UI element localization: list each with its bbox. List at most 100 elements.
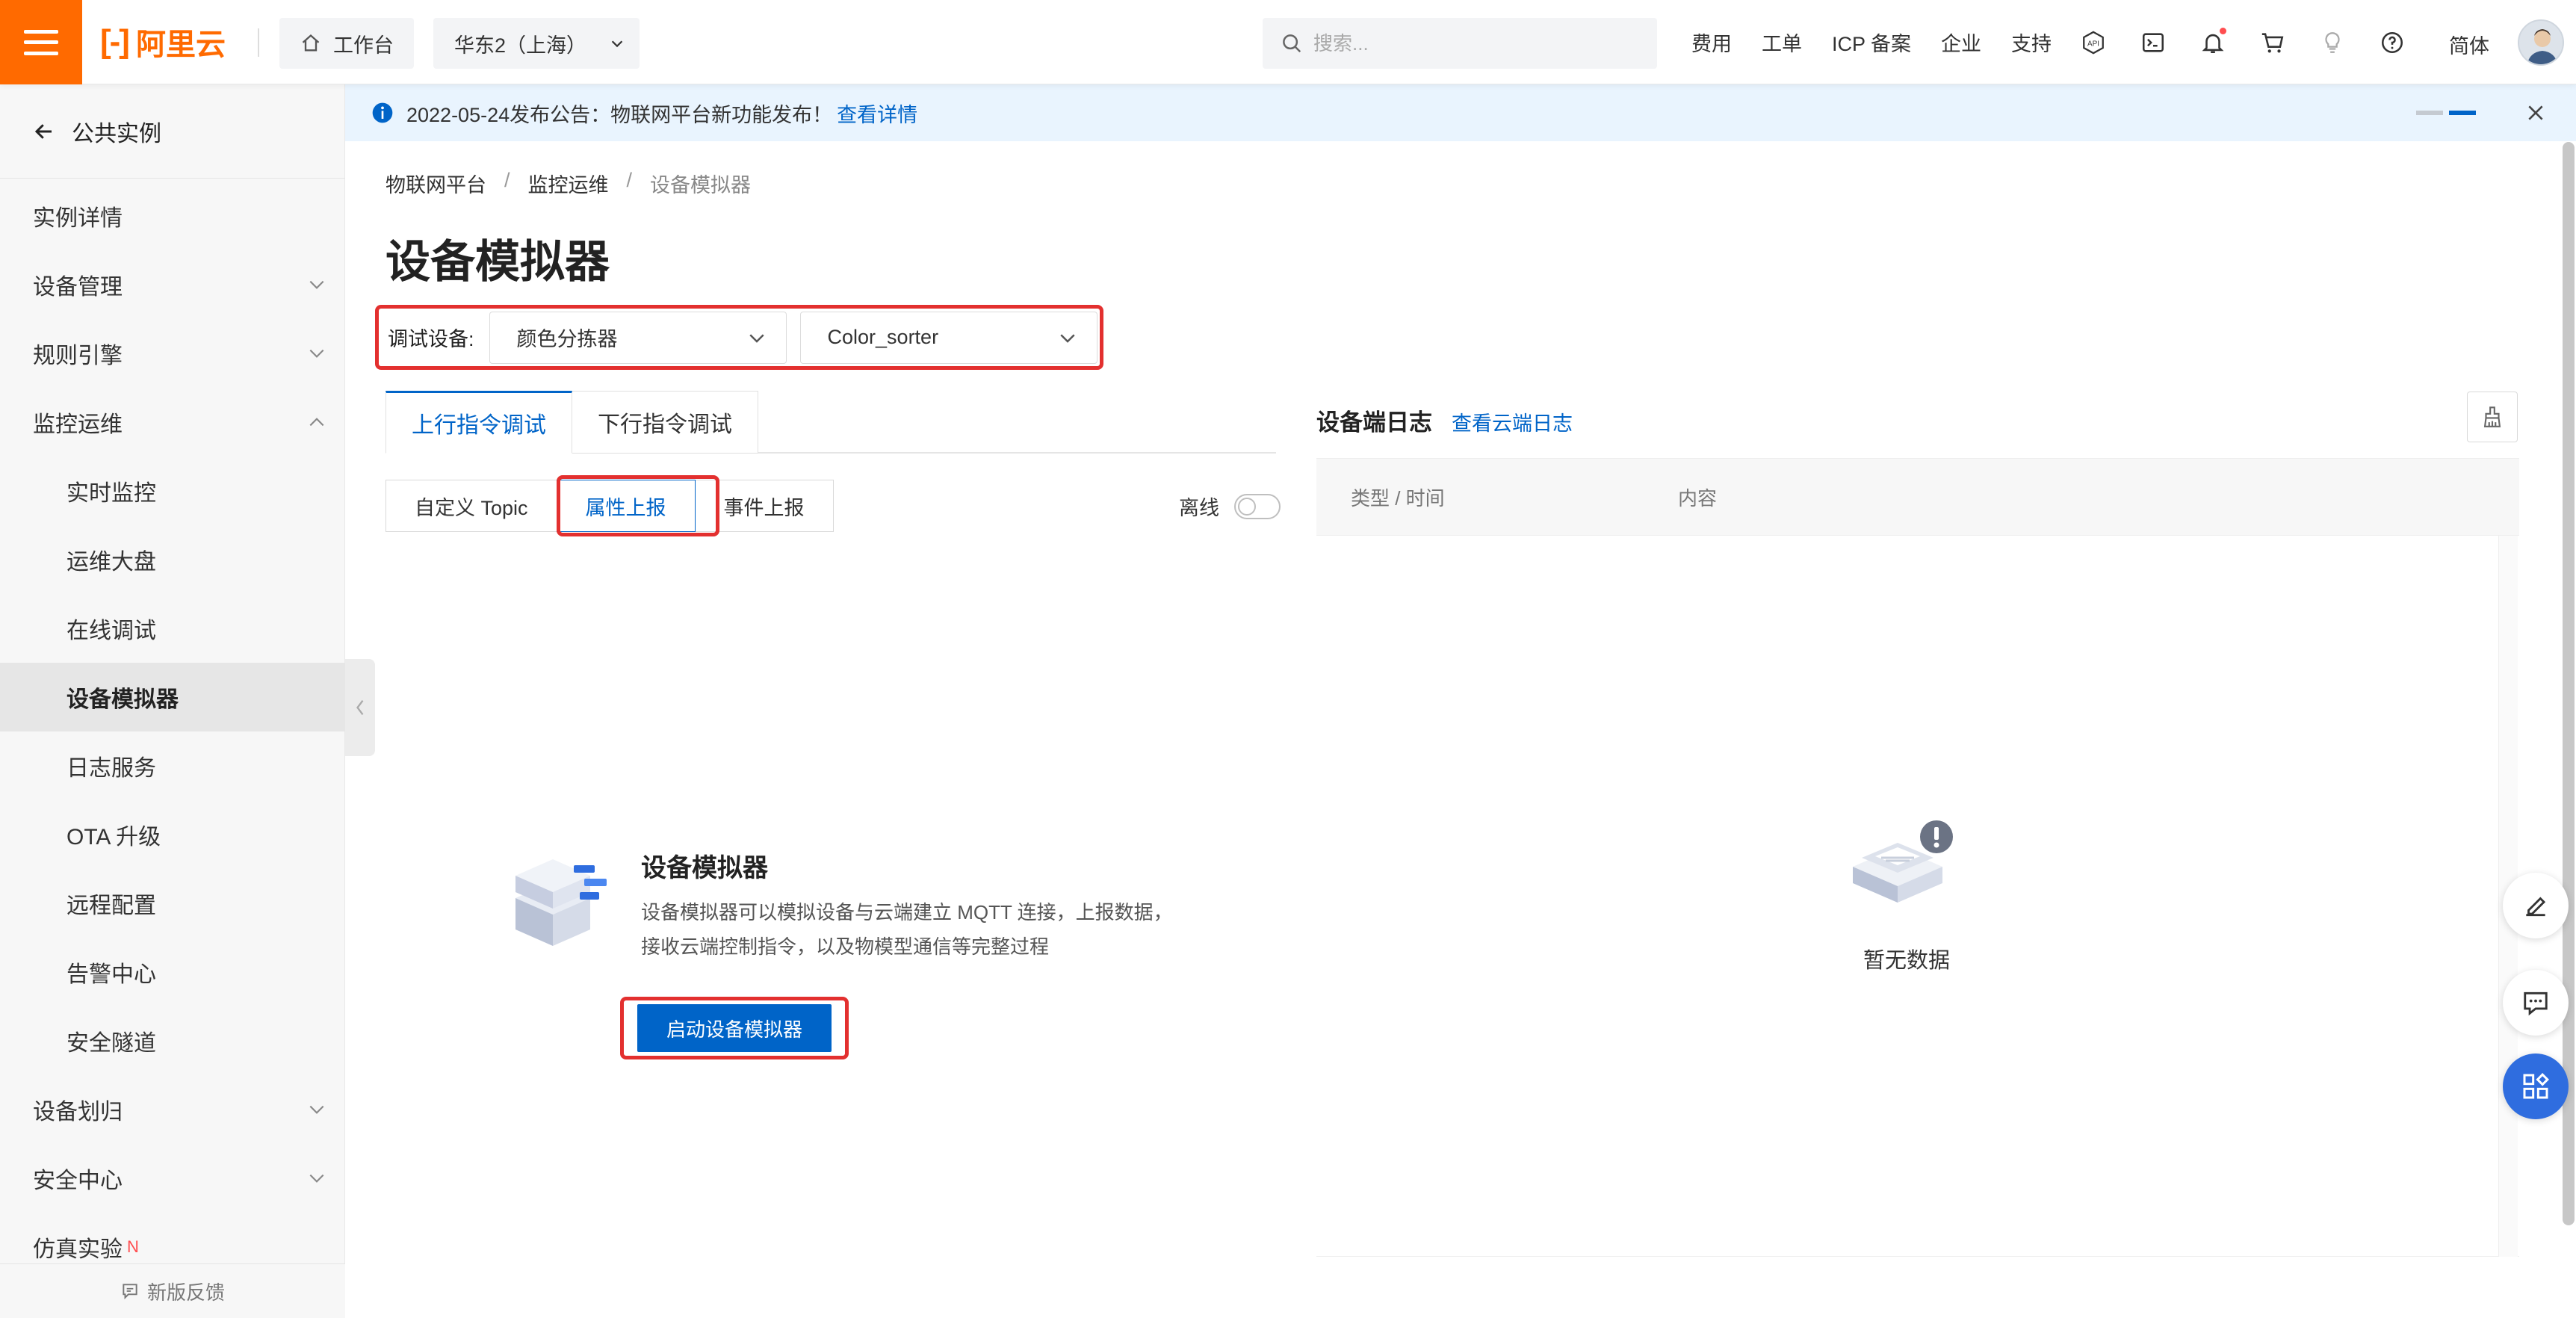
debug-tabs: 上行指令调试 下行指令调试 [386, 391, 758, 454]
chat-float-button[interactable] [2503, 970, 2569, 1036]
clear-log-button[interactable] [2467, 392, 2518, 442]
help-icon[interactable] [2376, 26, 2409, 59]
announcement-pager[interactable] [2416, 111, 2476, 115]
arrow-left-icon [34, 123, 52, 139]
sidebar-item[interactable]: 安全隧道 [0, 1006, 345, 1075]
global-search[interactable] [1263, 18, 1657, 69]
link-support[interactable]: 支持 [2011, 28, 2052, 57]
page-scrollbar[interactable] [2563, 142, 2575, 1225]
chevron-down-icon [306, 343, 327, 364]
sidebar-item[interactable]: 远程配置 [0, 869, 345, 938]
link-billing[interactable]: 费用 [1691, 28, 1732, 57]
sidebar-item-label: OTA 升级 [66, 825, 161, 850]
column-type-time: 类型 / 时间 [1351, 486, 1445, 510]
segment-property-report[interactable]: 属性上报 [556, 480, 696, 532]
link-enterprise[interactable]: 企业 [1941, 28, 1981, 57]
user-avatar[interactable] [2518, 19, 2564, 66]
sidebar-item-label: 规则引擎 [33, 344, 123, 368]
announcement-link[interactable]: 查看详情 [837, 99, 917, 128]
device-select[interactable]: Color_sorter [799, 311, 1097, 364]
sidebar-item-label: 仿真实验 [33, 1237, 123, 1262]
edit-float-button[interactable] [2503, 873, 2569, 938]
segment-event-report[interactable]: 事件上报 [694, 480, 834, 532]
terminal-icon[interactable] [2137, 26, 2170, 59]
workbench-button[interactable]: 工作台 [279, 18, 414, 69]
lightbulb-icon[interactable] [2316, 26, 2349, 59]
region-selector[interactable]: 华东2（上海） [433, 18, 640, 69]
sidebar-item[interactable]: 监控运维 [0, 388, 345, 457]
sidebar-item[interactable]: 实例详情 [0, 182, 345, 250]
sidebar-item[interactable]: 设备管理 [0, 250, 345, 319]
sidebar-back-label: 公共实例 [72, 121, 161, 146]
breadcrumb: 物联网平台 / 监控运维 / 设备模拟器 [386, 169, 751, 198]
segment-custom-topic[interactable]: 自定义 Topic [386, 480, 557, 532]
sidebar-item[interactable]: 实时监控 [0, 457, 345, 525]
tab-upstream[interactable]: 上行指令调试 [386, 391, 572, 454]
sidebar-collapse-handle[interactable] [345, 659, 375, 756]
sidebar-item[interactable]: 告警中心 [0, 938, 345, 1006]
breadcrumb-item[interactable]: 物联网平台 [386, 169, 486, 198]
no-data-text: 暂无数据 [1863, 949, 1951, 973]
apps-icon [2523, 1073, 2549, 1099]
sidebar-item[interactable]: OTA 升级 [0, 800, 345, 869]
debug-device-selector: 调试设备: 颜色分拣器 Color_sorter [375, 305, 1103, 370]
pencil-icon [2526, 897, 2546, 917]
sidebar-item[interactable]: 安全中心 [0, 1144, 345, 1213]
sidebar-item[interactable]: 日志服务 [0, 731, 345, 800]
breadcrumb-item[interactable]: 监控运维 [528, 169, 609, 198]
feedback-icon [123, 1284, 137, 1300]
highlight-annotation: 启动设备模拟器 [620, 997, 849, 1059]
sidebar-back-link[interactable]: 公共实例 [0, 84, 345, 179]
sidebar-item-label: 在线调试 [66, 619, 156, 643]
chevron-down-icon [306, 1168, 327, 1189]
hamburger-menu-button[interactable] [0, 0, 82, 84]
cart-icon[interactable] [2256, 26, 2289, 59]
sidebar-item-label: 运维大盘 [66, 550, 156, 575]
broom-icon [2483, 406, 2501, 427]
language-switch[interactable]: 简体 [2449, 30, 2489, 59]
breadcrumb-separator: / [626, 169, 633, 191]
sidebar-item[interactable]: 在线调试 [0, 594, 345, 663]
logo-divider [258, 28, 259, 57]
search-input[interactable] [1313, 31, 1627, 55]
chevron-up-icon [306, 412, 327, 433]
sidebar-item-label: 设备划归 [33, 1100, 123, 1124]
page-title: 设备模拟器 [386, 237, 610, 287]
chevron-left-icon [356, 699, 364, 716]
start-simulator-button[interactable]: 启动设备模拟器 [637, 1004, 832, 1052]
brand-name: 阿里云 [135, 28, 226, 61]
svg-text:API: API [2087, 40, 2099, 48]
apps-float-button[interactable] [2503, 1054, 2569, 1119]
sidebar-item[interactable]: 设备模拟器 [0, 663, 345, 731]
link-icp[interactable]: ICP 备案 [1832, 28, 1911, 57]
feedback-button[interactable]: 新版反馈 [0, 1263, 345, 1318]
close-icon[interactable] [2524, 101, 2548, 125]
brand-logo[interactable]: [-] 阿里云 [100, 22, 226, 61]
sidebar: 公共实例 实例详情 设备管理规则引擎监控运维 实时监控运维大盘在线调试设备模拟器 日志… [0, 84, 345, 1318]
offline-status: 离线 [1179, 492, 1281, 521]
link-ticket[interactable]: 工单 [1762, 28, 1802, 57]
sidebar-item[interactable]: 规则引擎 [0, 319, 345, 388]
bell-icon[interactable] [2196, 26, 2229, 59]
info-icon [372, 102, 393, 123]
api-icon[interactable]: API [2077, 26, 2110, 59]
device-log-table-header: 类型 / 时间 内容 [1316, 458, 2519, 536]
cloud-log-link[interactable]: 查看云端日志 [1452, 407, 1573, 436]
menu-icon [24, 29, 58, 55]
chevron-down-icon [749, 333, 764, 343]
breadcrumb-current: 设备模拟器 [650, 174, 752, 197]
region-label: 华东2（上海） [454, 34, 587, 57]
sidebar-item-label: 安全隧道 [66, 1031, 156, 1056]
sidebar-item[interactable]: 设备划归 [0, 1075, 345, 1144]
sidebar-menu: 实例详情 设备管理规则引擎监控运维 实时监控运维大盘在线调试设备模拟器 日志服务 OTA… [0, 182, 345, 1281]
sidebar-item-label: 安全中心 [33, 1169, 123, 1193]
sidebar-item[interactable]: 运维大盘 [0, 525, 345, 594]
chevron-down-icon [306, 1099, 327, 1120]
tab-downstream[interactable]: 下行指令调试 [572, 391, 758, 454]
product-select[interactable]: 颜色分拣器 [489, 311, 787, 364]
sidebar-item-label: 远程配置 [66, 894, 156, 918]
online-toggle[interactable] [1234, 493, 1281, 519]
notification-dot [2220, 27, 2226, 34]
announcement-text: 2022-05-24发布公告：物联网平台新功能发布！ [406, 103, 833, 126]
offline-label: 离线 [1179, 497, 1219, 519]
